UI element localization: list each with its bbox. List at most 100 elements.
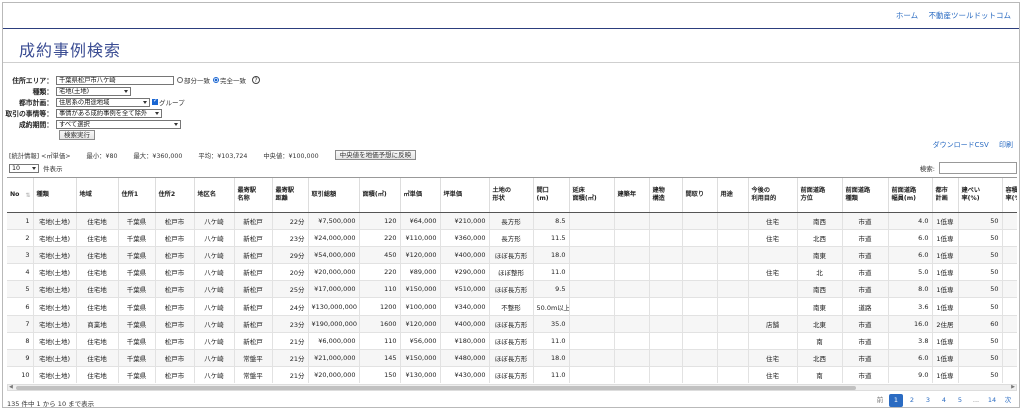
column-header[interactable]: 面積(㎡): [359, 178, 401, 213]
table-row[interactable]: 10 宅地(土地) 住宅地 千葉県 松戸市 八ケ崎 常盤平 21分 ¥20,000,000 150…: [7, 366, 1017, 383]
column-header[interactable]: 今後の 利用目的: [748, 178, 798, 213]
search-submit-button[interactable]: 検索実行: [59, 130, 95, 140]
circumstance-select[interactable]: 事情がある成約事例を全て除外: [56, 108, 162, 118]
table-cell: 220: [359, 229, 401, 247]
scrollbar-thumb[interactable]: [16, 386, 856, 390]
period-select[interactable]: すべて選択: [56, 119, 181, 129]
column-header[interactable]: 建ぺい 率(%): [958, 178, 1003, 213]
table-cell: 220: [359, 263, 401, 282]
help-icon[interactable]: ?: [252, 76, 260, 84]
download-csv-link[interactable]: ダウンロードCSV: [933, 141, 989, 149]
pager-prev-button[interactable]: 前: [873, 394, 887, 407]
table-cell: 新松戸: [234, 332, 273, 351]
table-cell: 宅地(土地): [33, 212, 77, 230]
table-row[interactable]: 6 宅地(土地) 住宅地 千葉県 松戸市 八ケ崎 新松戸 24分 ¥130,000,000 120…: [7, 297, 1017, 316]
pager-page-button[interactable]: 2: [905, 394, 919, 407]
column-header[interactable]: 最寄駅 名称: [234, 178, 273, 213]
table-cell: 18.0: [533, 246, 570, 265]
table-cell: 市道: [842, 349, 889, 368]
table-cell: 宅地(土地): [33, 280, 77, 299]
table-row[interactable]: 5 宅地(土地) 住宅地 千葉県 松戸市 八ケ崎 新松戸 25分 ¥17,000,000 110 ¥…: [7, 280, 1017, 299]
table-cell: [649, 246, 683, 265]
pager-page-button[interactable]: ...: [969, 394, 983, 407]
table-row[interactable]: 2 宅地(土地) 住宅地 千葉県 松戸市 八ケ崎 新松戸 23分 ¥24,000,000 220 ¥…: [7, 229, 1017, 247]
column-header[interactable]: 建築年: [614, 178, 650, 213]
column-header[interactable]: 都市 計画: [932, 178, 959, 213]
column-header[interactable]: 前面道路 種類: [842, 178, 889, 213]
table-row[interactable]: 4 宅地(土地) 住宅地 千葉県 松戸市 八ケ崎 新松戸 20分 ¥20,000,000 220 ¥…: [7, 263, 1017, 282]
sort-icon[interactable]: ⇅: [25, 192, 30, 200]
column-header[interactable]: 住所1: [118, 178, 156, 213]
pager-page-button[interactable]: 14: [985, 394, 999, 407]
column-header[interactable]: 種類: [33, 178, 77, 213]
table-cell: 南西: [797, 212, 843, 230]
column-header[interactable]: 土地の 形状: [489, 178, 534, 213]
column-header[interactable]: No ⇅: [7, 178, 34, 213]
column-header[interactable]: 坪単価: [440, 178, 490, 213]
table-row[interactable]: 7 宅地(土地) 商業地 千葉県 松戸市 八ケ崎 新松戸 23分 ¥190,000,000 160…: [7, 315, 1017, 333]
table-cell: [614, 332, 650, 351]
table-cell: 松戸市: [155, 332, 195, 351]
table-cell: 50: [958, 297, 1003, 316]
table-cell: 1600: [359, 315, 401, 333]
area-input[interactable]: 千葉県松戸市八ケ崎: [56, 75, 174, 85]
table-cell: [649, 297, 683, 316]
pager-page-button[interactable]: 1: [889, 394, 903, 407]
table-cell: 50: [958, 246, 1003, 265]
group-checkbox[interactable]: [152, 97, 158, 105]
stats-median: 中央値：¥100,000: [263, 152, 319, 160]
column-header[interactable]: 間口 (m): [533, 178, 570, 213]
table-cell: [682, 212, 718, 230]
column-header[interactable]: 地域: [76, 178, 119, 213]
column-header[interactable]: 用途: [717, 178, 749, 213]
table-row[interactable]: 8 宅地(土地) 住宅地 千葉県 松戸市 八ケ崎 新松戸 21分 ¥6,000,000 110 ¥5…: [7, 332, 1017, 351]
column-header[interactable]: 容積 率(%): [1002, 178, 1017, 213]
table-cell: 1: [7, 212, 34, 230]
column-header[interactable]: 建物 構造: [649, 178, 683, 213]
kind-select[interactable]: 宅地(土地): [56, 86, 131, 96]
stats-avg: 平均：¥103,724: [198, 152, 248, 160]
table-cell: 3: [7, 246, 34, 265]
table-cell: 1低専: [932, 246, 959, 265]
table-cell: 住宅地: [76, 332, 119, 351]
column-header[interactable]: 延床 面積(㎡): [569, 178, 615, 213]
page-length-select[interactable]: 10: [9, 163, 39, 173]
print-link[interactable]: 印刷: [999, 141, 1013, 149]
table-cell: 1低専: [932, 366, 959, 383]
pager-page-button[interactable]: 4: [937, 394, 951, 407]
nav-site-link[interactable]: 不動産ツールドットコム: [929, 11, 1012, 20]
table-cell: [649, 349, 683, 368]
partial-match-radio[interactable]: [177, 77, 183, 83]
table-cell: [1002, 315, 1017, 333]
table-row[interactable]: 3 宅地(土地) 住宅地 千葉県 松戸市 八ケ崎 新松戸 29分 ¥54,000,000 450 ¥…: [7, 246, 1017, 265]
column-header[interactable]: 前面道路 方位: [797, 178, 843, 213]
column-header[interactable]: ㎡単価: [400, 178, 441, 213]
scroll-right-icon[interactable]: ▶: [1011, 384, 1015, 390]
column-header-label: 土地の 形状: [492, 186, 512, 202]
column-header-label: 最寄駅 距離: [275, 186, 295, 202]
exact-match-label: 完全一致: [220, 77, 246, 85]
column-header[interactable]: 取引総額: [308, 178, 360, 213]
column-header[interactable]: 地区名: [194, 178, 235, 213]
column-header[interactable]: 前面道路 幅員(m): [888, 178, 933, 213]
reflect-median-button[interactable]: 中央値を地価予想に反映: [334, 150, 417, 160]
table-cell: 22分: [272, 212, 309, 230]
horizontal-scrollbar[interactable]: ◀ ▶: [7, 384, 1017, 391]
exact-match-radio[interactable]: [213, 77, 219, 83]
pager-next-button[interactable]: 次: [1001, 394, 1015, 407]
cityplan-select[interactable]: 住居系の用途地域: [56, 97, 150, 107]
table-cell: [649, 229, 683, 247]
table-row[interactable]: 1 宅地(土地) 住宅地 千葉県 松戸市 八ケ崎 新松戸 22分 ¥7,500,000 120 ¥6…: [7, 212, 1017, 230]
search-input[interactable]: [939, 162, 1017, 174]
column-header[interactable]: 住所2: [155, 178, 195, 213]
column-header[interactable]: 間取り: [682, 178, 718, 213]
table-cell: 1低専: [932, 332, 959, 351]
pager-page-button[interactable]: 3: [921, 394, 935, 407]
pager-page-button[interactable]: 5: [953, 394, 967, 407]
table-cell: [569, 263, 615, 282]
table-cell: 1低専: [932, 229, 959, 247]
scroll-left-icon[interactable]: ◀: [9, 384, 13, 390]
column-header[interactable]: 最寄駅 距離: [272, 178, 309, 213]
nav-home-link[interactable]: ホーム: [896, 11, 918, 20]
table-row[interactable]: 9 宅地(土地) 住宅地 千葉県 松戸市 八ケ崎 常盤平 21分 ¥21,000,000 145 ¥…: [7, 349, 1017, 368]
